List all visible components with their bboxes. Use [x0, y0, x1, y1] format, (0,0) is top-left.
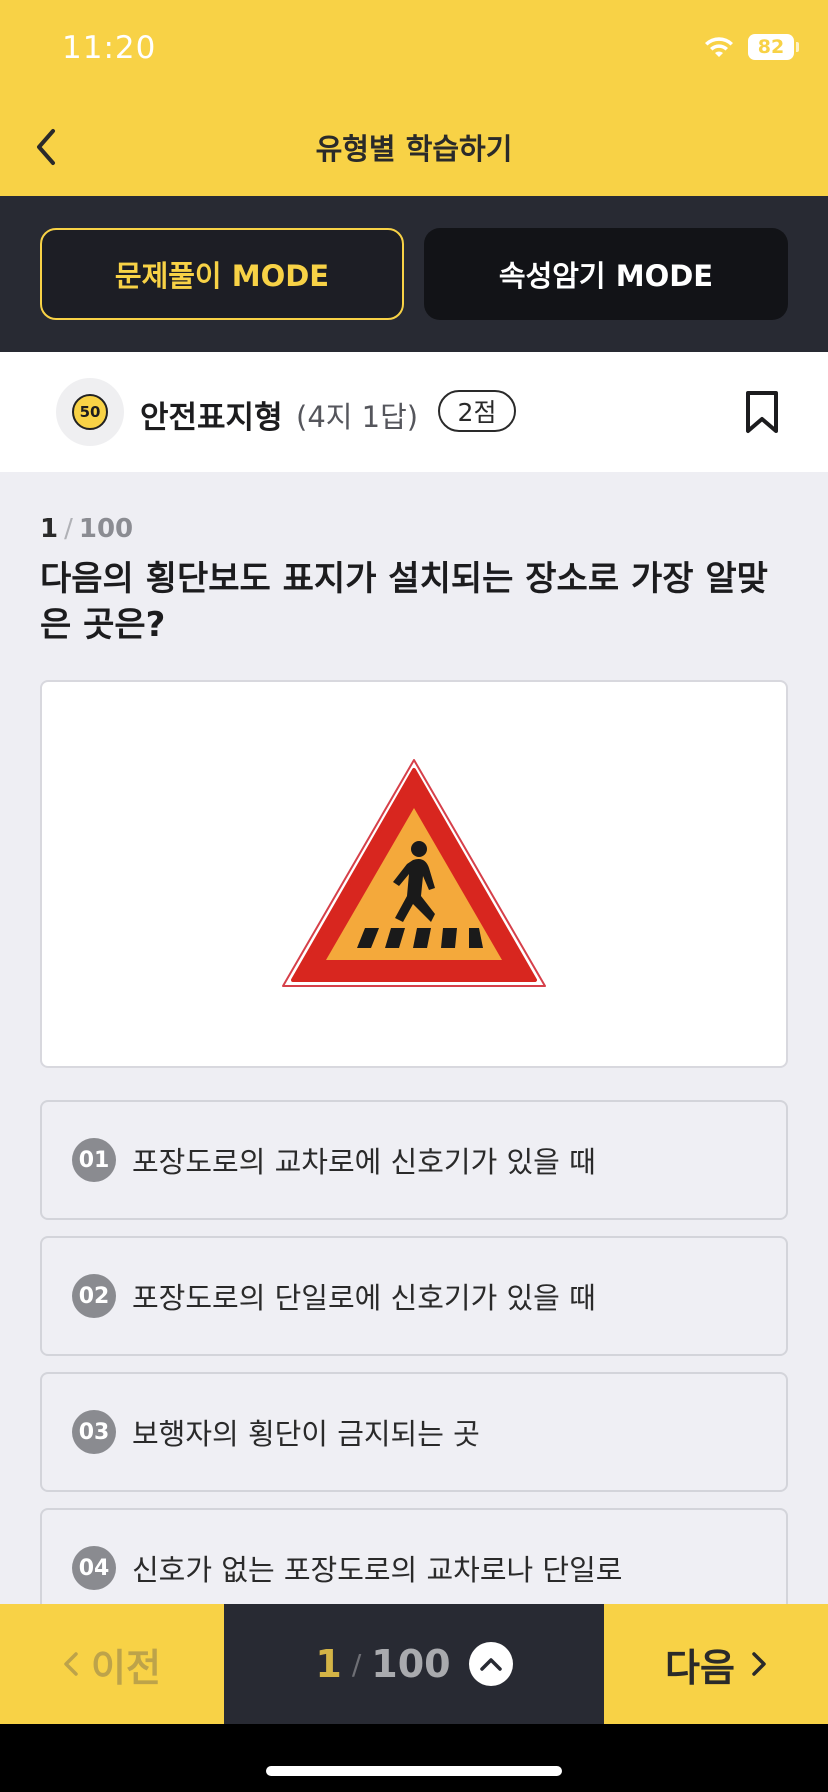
expand-list-button[interactable]: [468, 1642, 513, 1686]
page-total: 100: [371, 1642, 451, 1686]
choice-number: 01: [72, 1138, 116, 1182]
speed-limit-icon: 50: [72, 394, 108, 430]
category-subtitle: (4지 1답): [296, 400, 419, 434]
bookmark-icon[interactable]: [744, 390, 780, 434]
category-title: 안전표지형: [140, 400, 283, 436]
question-current: 1: [40, 514, 59, 544]
next-button[interactable]: 다음: [604, 1604, 828, 1724]
prev-button[interactable]: 이전: [0, 1604, 224, 1724]
chevron-left-icon: [64, 1652, 78, 1676]
top-header: 11:20 82 유형별 학습하기: [0, 0, 828, 196]
prev-label: 이전: [91, 1645, 161, 1690]
page-current: 1: [315, 1642, 342, 1686]
points-badge: 2점: [438, 390, 516, 432]
next-label: 다음: [665, 1645, 735, 1690]
choice-item[interactable]: 03 보행자의 횡단이 금지되는 곳: [40, 1372, 788, 1492]
choice-number: 02: [72, 1274, 116, 1318]
chevron-up-icon: [479, 1658, 502, 1671]
category-icon: 50: [56, 378, 124, 446]
memorize-mode-button[interactable]: 속성암기 MODE: [424, 228, 788, 320]
question-image: [40, 680, 788, 1068]
home-indicator[interactable]: [266, 1766, 562, 1776]
category-bar: 50 안전표지형 (4지 1답) 2점: [0, 352, 828, 472]
status-time: 11:20: [62, 30, 157, 66]
battery-level: 82: [757, 36, 785, 58]
counter-separator: /: [64, 514, 73, 544]
page-separator: /: [351, 1647, 362, 1681]
choice-item[interactable]: 01 포장도로의 교차로에 신호기가 있을 때: [40, 1100, 788, 1220]
page-indicator[interactable]: 1 / 100: [224, 1604, 604, 1724]
battery-icon: 82: [748, 34, 799, 60]
choice-number: 04: [72, 1546, 116, 1590]
question-text: 다음의 횡단보도 표지가 설치되는 장소로 가장 알맞은 곳은?: [40, 559, 768, 645]
choice-text: 신호가 없는 포장도로의 교차로나 단일로: [132, 1553, 623, 1587]
wifi-icon: [705, 37, 733, 57]
choice-item[interactable]: 02 포장도로의 단일로에 신호기가 있을 때: [40, 1236, 788, 1356]
chevron-right-icon: [752, 1652, 766, 1676]
quiz-mode-button[interactable]: 문제풀이 MODE: [40, 228, 404, 320]
page-title: 유형별 학습하기: [315, 132, 513, 166]
choice-text: 포장도로의 교차로에 신호기가 있을 때: [132, 1145, 596, 1179]
choice-text: 보행자의 횡단이 금지되는 곳: [132, 1417, 480, 1451]
question-total: 100: [78, 514, 134, 544]
bottom-nav: 이전 1 / 100 다음: [0, 1604, 828, 1724]
status-icons: 82: [702, 34, 799, 60]
mode-bar: 문제풀이 MODE 속성암기 MODE: [0, 196, 828, 352]
choice-number: 03: [72, 1410, 116, 1454]
question-counter: 1/100: [40, 514, 133, 544]
crosswalk-sign-icon: [282, 759, 546, 987]
choice-text: 포장도로의 단일로에 신호기가 있을 때: [132, 1281, 596, 1315]
home-indicator-area: [0, 1724, 828, 1792]
